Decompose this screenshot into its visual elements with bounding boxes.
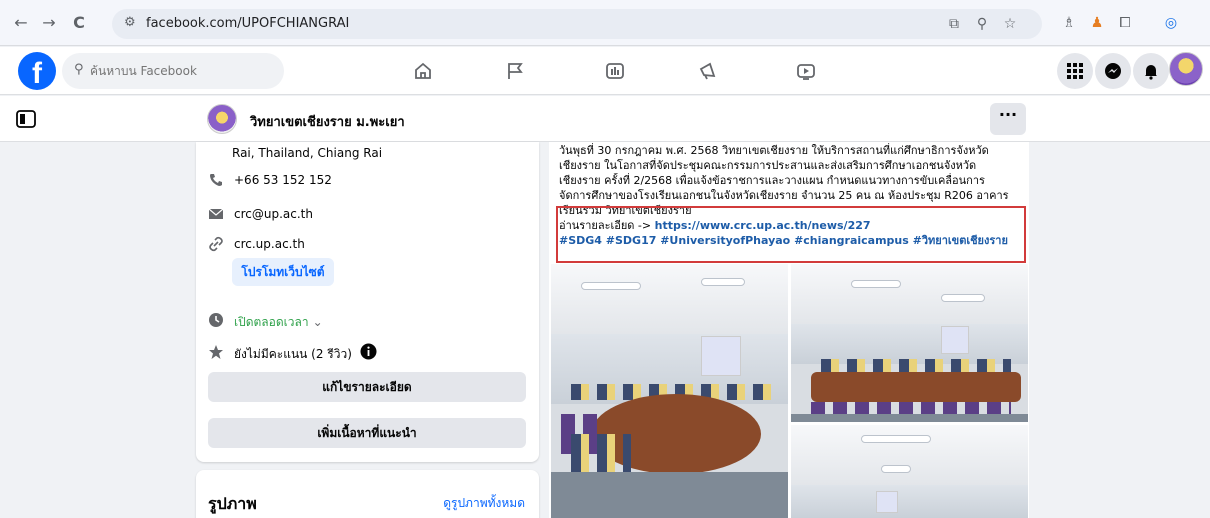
profile-icon[interactable]: ◎ <box>1160 12 1182 34</box>
notifications-button[interactable] <box>1133 53 1169 89</box>
page-title[interactable]: วิทยาเขตเชียงราย ม.พะเยา <box>250 111 405 132</box>
post-text-line: จัดการศึกษาของโรงเรียนเอกชนในจังหวัดเชีย… <box>559 189 1009 202</box>
post-text-line: เชียงราย ครั้งที่ 2/2568 เพื่อแจ้งข้อราช… <box>559 174 985 187</box>
back-icon[interactable]: ← <box>10 12 32 34</box>
extensions-puzzle-icon[interactable]: ⧠ <box>1114 12 1136 34</box>
url-text[interactable]: facebook.com/UPOFCHIANGRAI <box>146 16 349 31</box>
email-text[interactable]: crc@up.ac.th <box>234 207 313 221</box>
email-icon <box>208 208 224 219</box>
add-featured-button[interactable]: เพิ่มเนื้อหาที่แนะนำ <box>208 418 526 448</box>
page-header-bar: วิทยาเขตเชียงราย ม.พะเยา ··· <box>0 96 1210 142</box>
nav-watch[interactable] <box>776 53 836 89</box>
messenger-button[interactable] <box>1095 53 1131 89</box>
website-link[interactable]: crc.up.ac.th <box>234 237 305 251</box>
promote-website-button[interactable]: โปรโมทเว็บไซต์ <box>232 258 334 286</box>
clock-icon <box>209 313 223 327</box>
nav-home[interactable] <box>393 53 453 89</box>
edit-details-button[interactable]: แก้ไขรายละเอียด <box>208 372 526 402</box>
link-icon <box>209 236 223 252</box>
rating-text: ยังไม่มีคะแนน (2 รีวิว) <box>234 347 352 361</box>
menu-grid-icon <box>1067 63 1083 79</box>
extension-icon[interactable]: ♗ <box>1058 12 1080 34</box>
video-icon <box>606 63 624 79</box>
search-icon: ⚲ <box>74 62 84 77</box>
see-all-photos-link[interactable]: ดูรูปภาพทั้งหมด <box>443 494 525 513</box>
more-options-button[interactable]: ··· <box>990 103 1026 135</box>
bookmark-star-icon[interactable]: ☆ <box>1000 14 1020 34</box>
highlight-box <box>556 206 1026 263</box>
post-text-line: วันพุธที่ 30 กรกฎาคม พ.ศ. 2568 วิทยาเขตเ… <box>559 144 989 157</box>
phone-icon <box>210 174 222 186</box>
profile-avatar[interactable] <box>1169 52 1203 86</box>
flag-icon <box>508 63 523 79</box>
post-photo[interactable] <box>791 264 1028 422</box>
chevron-down-icon[interactable]: ⌄ <box>313 315 323 329</box>
install-app-icon[interactable]: ⧉ <box>944 14 964 34</box>
bell-icon <box>1145 65 1157 80</box>
intro-card: Rai, Thailand, Chiang Rai +66 53 152 152… <box>196 142 539 462</box>
nav-ads[interactable] <box>678 53 738 89</box>
facebook-header: f ⚲ <box>0 47 1210 95</box>
nav-pages[interactable] <box>485 53 545 89</box>
address-bar[interactable]: ⚙ facebook.com/UPOFCHIANGRAI ⧉ ⚲ ☆ <box>112 9 1042 39</box>
forward-icon[interactable]: → <box>38 12 60 34</box>
post-photo[interactable] <box>551 264 788 518</box>
megaphone-icon <box>699 62 716 80</box>
search-input[interactable] <box>90 53 275 89</box>
post-card: วันพุธที่ 30 กรกฎาคม พ.ศ. 2568 วิทยาเขตเ… <box>549 142 1029 518</box>
photos-title: รูปภาพ <box>208 494 257 513</box>
site-info-icon[interactable]: ⚙ <box>124 15 136 30</box>
address-text: Rai, Thailand, Chiang Rai <box>232 146 383 160</box>
post-text-line: เชียงราย ในโอกาสที่จัดประชุมคณะกรรมการปร… <box>559 159 977 172</box>
browser-toolbar: ← → C ⚙ facebook.com/UPOFCHIANGRAI ⧉ ⚲ ☆… <box>0 0 1210 46</box>
home-icon <box>415 62 431 79</box>
star-icon <box>209 345 223 359</box>
hours-text: เปิดตลอดเวลา <box>234 315 309 329</box>
phone-text: +66 53 152 152 <box>234 173 332 187</box>
nav-video[interactable] <box>585 53 645 89</box>
post-photo[interactable] <box>791 425 1028 518</box>
gaming-icon <box>797 64 815 80</box>
photos-card: รูปภาพ ดูรูปภาพทั้งหมด <box>196 470 539 518</box>
sidebar-toggle-icon[interactable] <box>16 110 36 128</box>
page-avatar[interactable] <box>207 104 237 134</box>
extension-icon[interactable]: ♟ <box>1086 12 1108 34</box>
menu-button[interactable] <box>1057 53 1093 89</box>
zoom-icon[interactable]: ⚲ <box>972 14 992 34</box>
facebook-logo[interactable]: f <box>18 52 56 90</box>
reload-icon[interactable]: C <box>68 12 90 34</box>
info-icon[interactable] <box>360 343 377 360</box>
search-box[interactable]: ⚲ <box>62 53 284 89</box>
messenger-icon <box>1105 63 1121 79</box>
